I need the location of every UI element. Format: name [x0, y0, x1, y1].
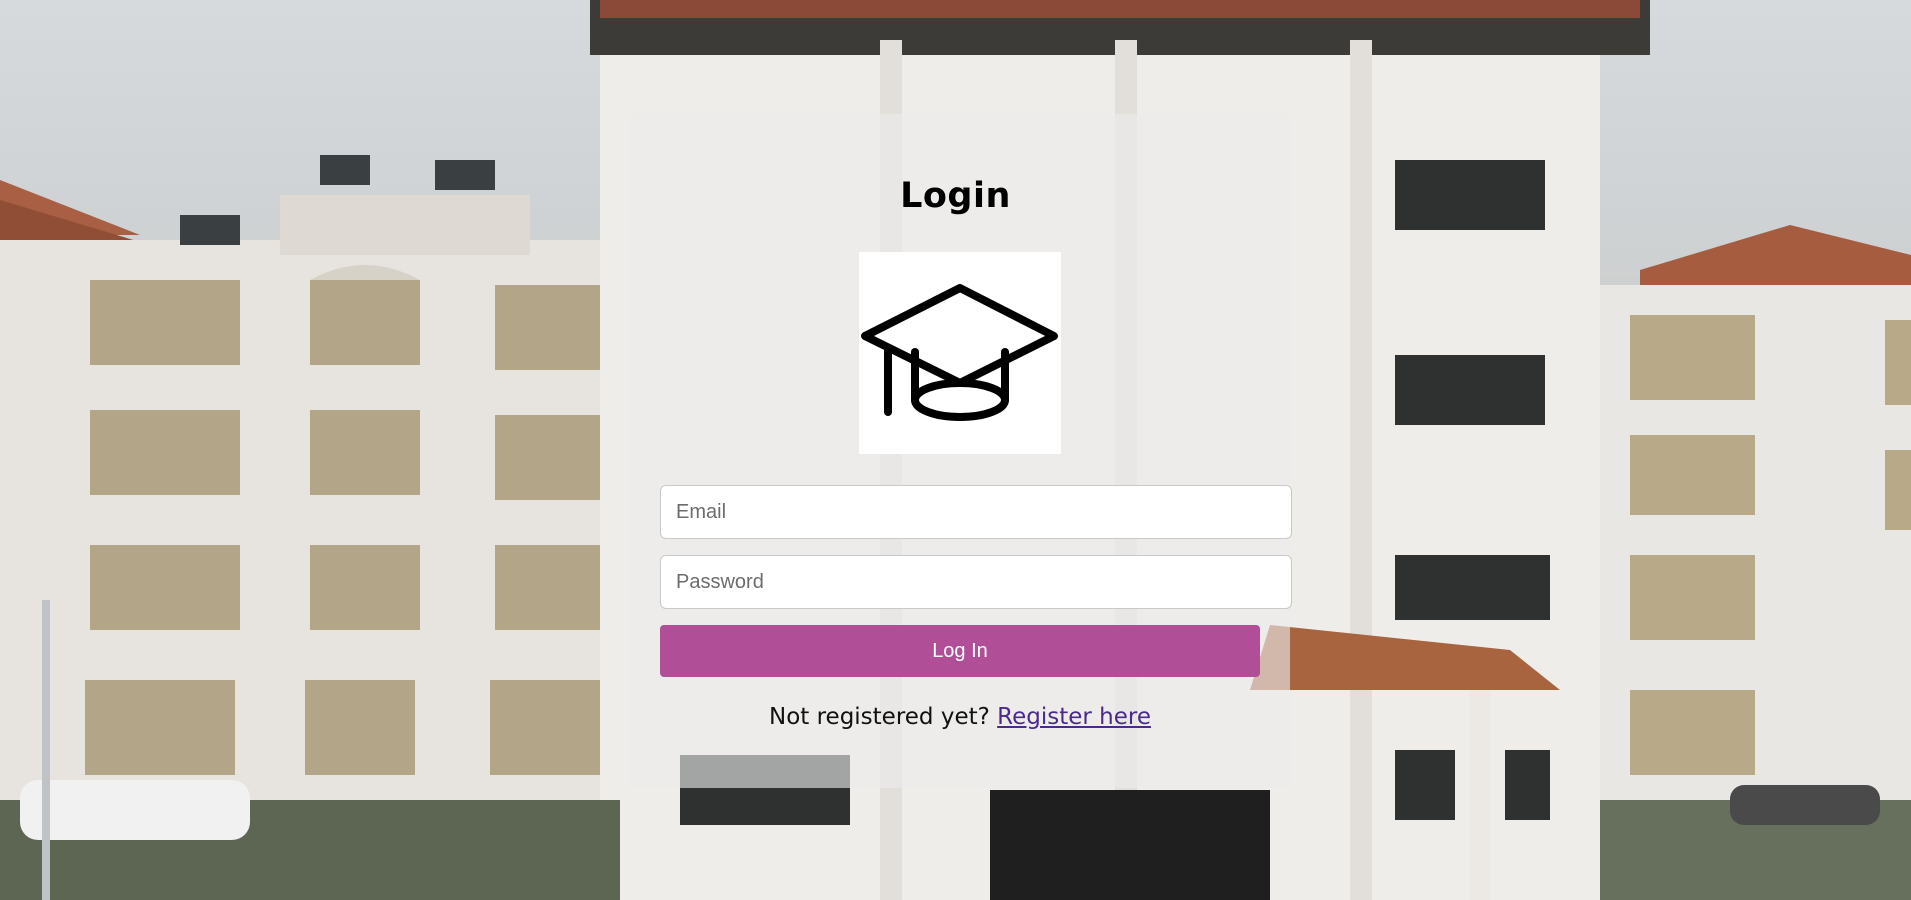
register-link[interactable]: Register here	[997, 704, 1151, 730]
register-prompt-line: Not registered yet? Register here	[630, 704, 1290, 730]
email-field[interactable]	[660, 485, 1292, 539]
password-field[interactable]	[660, 555, 1292, 609]
graduation-cap-icon	[859, 252, 1061, 454]
register-prompt-text: Not registered yet?	[768, 704, 998, 730]
log-in-button[interactable]: Log In	[660, 625, 1260, 677]
page-title: Login	[900, 176, 1011, 216]
